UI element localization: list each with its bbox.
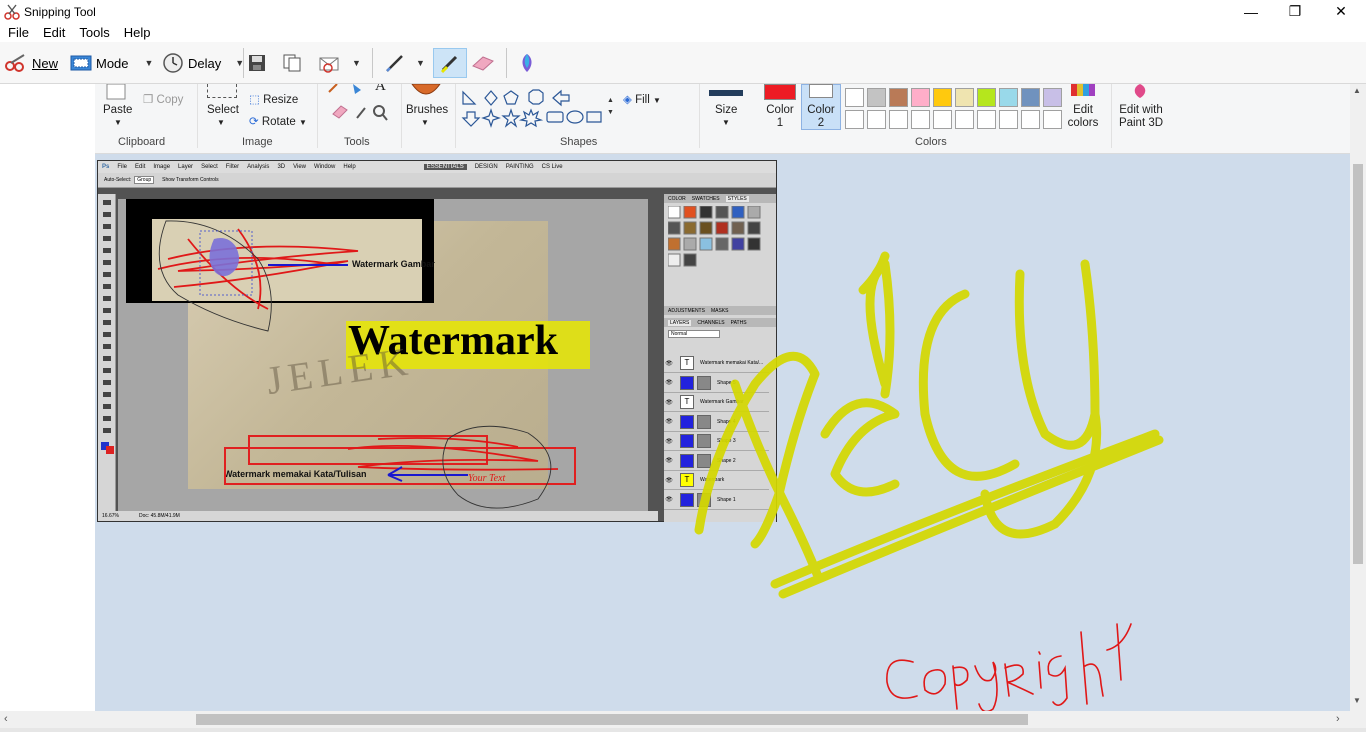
scissors-icon [4,4,20,20]
toolbar-separator [243,48,244,78]
vertical-scroll-thumb[interactable] [1353,164,1363,564]
ink-annotations [694,251,1164,711]
menu-help[interactable]: Help [117,23,158,42]
bottom-edge [0,728,1366,732]
send-mail-icon [319,57,339,73]
toolbar-separator [372,48,373,78]
new-snip-icon [5,54,25,72]
minimize-button[interactable]: — [1228,0,1274,23]
window-title: Snipping Tool [24,5,96,19]
menu-tools[interactable]: Tools [72,23,116,42]
scroll-left-icon[interactable]: ‹ [4,713,8,725]
save-button[interactable] [248,48,266,78]
delay-label: Delay [188,55,222,71]
horizontal-scroll-thumb[interactable] [196,714,1028,725]
menu-edit[interactable]: Edit [36,23,72,42]
pen-icon [386,55,403,72]
eraser-button[interactable] [471,48,495,78]
vertical-scrollbar[interactable]: ▲ ▼ [1350,84,1366,711]
mode-button[interactable]: Mode ▼ [70,48,153,78]
highlighter-icon [440,55,458,74]
send-dropdown-icon[interactable]: ▼ [352,58,361,68]
captured-screenshot: Paste ▼ ❐ Copy Clipboard Select ▼ ⬚ Resi… [95,84,1350,711]
snipping-tool-window: Snipping Tool — ❐ ✕ File Edit Tools Help… [0,0,1366,732]
save-icon [249,55,265,71]
toolbar-separator [506,48,507,78]
maximize-button[interactable]: ❐ [1272,0,1318,23]
menu-bar: File Edit Tools Help [0,23,1366,42]
toolbar: New Mode ▼ Delay ▼ ▼ ▼ [0,42,1366,84]
mode-dropdown-icon[interactable]: ▼ [145,58,154,68]
paint3d-icon [522,54,532,72]
horizontal-scrollbar[interactable]: ‹ › [0,711,1366,728]
copy-button[interactable] [282,48,302,78]
rectangle-mode-icon [70,55,92,71]
snip-canvas[interactable]: Paste ▼ ❐ Copy Clipboard Select ▼ ⬚ Resi… [0,84,1350,711]
highlighter-button[interactable] [433,48,467,78]
pen-button[interactable]: ▼ [384,48,425,78]
new-snip-button[interactable]: New [4,48,58,78]
send-snip-button[interactable]: ▼ [318,48,361,78]
title-bar: Snipping Tool — ❐ ✕ [0,0,1366,23]
new-label: New [32,55,59,71]
eraser-icon [472,56,494,71]
scroll-down-icon[interactable]: ▼ [1353,696,1361,705]
delay-button[interactable]: Delay ▼ [162,48,244,78]
clock-icon [163,53,183,73]
scroll-up-icon[interactable]: ▲ [1353,86,1361,95]
menu-file[interactable]: File [1,23,36,42]
copy-icon [283,54,301,72]
close-button[interactable]: ✕ [1318,0,1364,23]
pen-dropdown-icon[interactable]: ▼ [416,58,425,68]
mode-label: Mode [96,55,129,71]
scroll-right-icon[interactable]: › [1336,713,1340,725]
paint3d-button[interactable] [518,48,536,78]
